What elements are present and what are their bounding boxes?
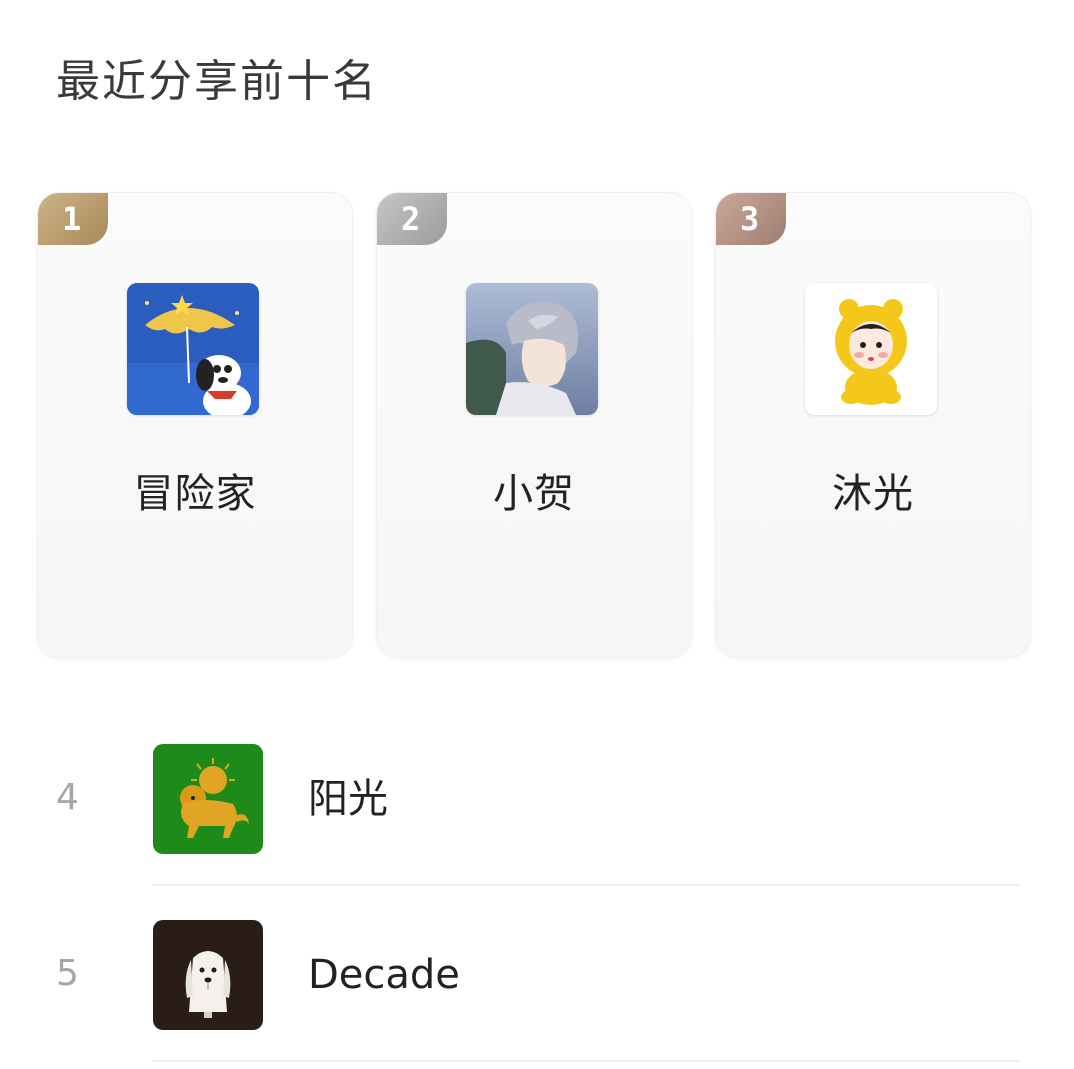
top-card-3[interactable]: 3 沐光: [715, 192, 1031, 658]
umbrella-dog-avatar-icon[interactable]: [127, 283, 259, 415]
leaderboard-page: 最近分享前十名 1 冒险家 2 小贺 3 沐光 4 阳光 5 Decade: [0, 0, 1074, 1069]
list-item-4[interactable]: 4 阳光: [0, 710, 1074, 886]
top-name-3: 沐光: [832, 471, 914, 517]
yellow-bear-baby-avatar-icon[interactable]: [805, 283, 937, 415]
lion-sun-avatar-icon[interactable]: [153, 744, 263, 854]
anime-boy-avatar-icon[interactable]: [466, 283, 598, 415]
list-name: Decade: [308, 952, 460, 998]
list-item-5[interactable]: 5 Decade: [0, 886, 1074, 1062]
dog-dark-avatar-icon[interactable]: [153, 920, 263, 1030]
rank-badge-silver: 2: [377, 193, 447, 245]
list-rank: 5: [56, 953, 79, 994]
top-card-2[interactable]: 2 小贺: [376, 192, 692, 658]
divider: [153, 1060, 1020, 1062]
top-name-2: 小贺: [493, 471, 575, 517]
list-name: 阳光: [308, 776, 388, 822]
rank-badge-bronze: 3: [716, 193, 786, 245]
list-rank: 4: [56, 777, 79, 818]
top-card-1[interactable]: 1 冒险家: [37, 192, 353, 658]
rank-badge-gold: 1: [38, 193, 108, 245]
section-title: 最近分享前十名: [56, 56, 378, 107]
top-name-1: 冒险家: [133, 471, 257, 517]
